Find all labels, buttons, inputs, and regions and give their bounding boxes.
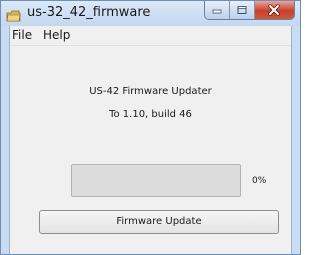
close-icon	[268, 4, 281, 16]
app-folder-icon[interactable]	[6, 7, 21, 22]
window-title: us-32_42_firmware	[27, 5, 151, 20]
firmware-update-button[interactable]: Firmware Update	[39, 210, 279, 234]
menu-bar: File Help	[10, 26, 291, 46]
target-version-text: To 1.10, build 46	[109, 109, 192, 120]
app-window: us-32_42_firmware File Help US-42 Firmwa…	[0, 0, 301, 255]
updater-panel: US-42 Firmware Updater To 1.10, build 46…	[10, 46, 291, 254]
progress-bar	[71, 164, 241, 197]
window-controls	[204, 1, 295, 20]
menu-file[interactable]: File	[12, 28, 32, 42]
maximize-icon	[237, 6, 247, 14]
progress-percent: 0%	[252, 176, 267, 186]
client-area: File Help US-42 Firmware Updater To 1.10…	[9, 26, 292, 254]
menu-help[interactable]: Help	[43, 28, 70, 42]
title-bar[interactable]: us-32_42_firmware	[1, 1, 300, 26]
close-button[interactable]	[254, 1, 294, 19]
updater-title: US-42 Firmware Updater	[89, 86, 212, 97]
minimize-button[interactable]	[205, 1, 231, 19]
maximize-button[interactable]	[230, 1, 255, 19]
minimize-icon	[212, 9, 222, 14]
